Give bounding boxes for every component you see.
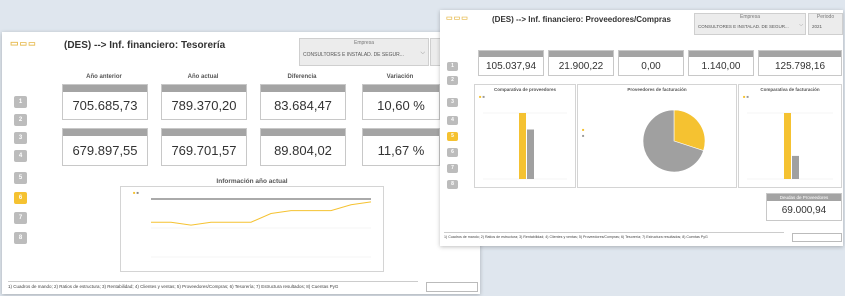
treasury-line-chart: ■ ■ <box>120 186 384 272</box>
suppliers-billing-pie: Proveedores de facturación ■ ■ <box>577 84 737 188</box>
nav-button-4[interactable]: 4 <box>447 116 458 125</box>
company-logo: ▭▭▭ <box>10 38 37 48</box>
kpi-diff-short-treasury: 89.804,02 <box>260 128 346 166</box>
col-title-variation: Variación <box>386 74 414 80</box>
nav-button-6[interactable]: 6 <box>14 192 27 204</box>
col-title-diff: Diferencia <box>287 74 317 80</box>
nav-button-8[interactable]: 8 <box>14 232 27 244</box>
nav-button-6[interactable]: 6 <box>447 148 458 157</box>
nav-button-3[interactable]: 3 <box>14 132 27 144</box>
company-dropdown-value: CONSULTORES E INSTALAD. DE SEGUR... <box>698 24 789 29</box>
col-title-curr-year: Año actual <box>187 74 219 80</box>
company-dropdown[interactable]: Empresa CONSULTORES E INSTALAD. DE SEGUR… <box>299 38 429 66</box>
kpi-diff-treasury: 83.684,47 <box>260 84 346 120</box>
company-dropdown-value: CONSULTORES E INSTALAD. DE SEGUR... <box>303 52 404 58</box>
nav-button-4[interactable]: 4 <box>14 150 27 162</box>
bar-0 <box>784 113 791 179</box>
kpi-curr-year-short-treasury: 769.701,57 <box>161 128 247 166</box>
nav-button-2[interactable]: 2 <box>14 114 27 126</box>
billing-compare-chart: Comparativa de facturación ■ ■ <box>738 84 842 188</box>
period-dropdown[interactable]: Periodo 2021 <box>808 13 843 35</box>
bar-0 <box>519 113 526 179</box>
nav-button-2[interactable]: 2 <box>447 76 458 85</box>
kpi-total: 125.798,16 <box>758 50 842 76</box>
kpi-base-imponible: 105.037,94 <box>478 50 544 76</box>
footer-nav-legend: 1) Cuadros de mando; 2) Ratios de estruc… <box>8 281 418 289</box>
col-title-prev-year: Año anterior <box>86 74 122 80</box>
kpi-irpf: 1.140,00 <box>688 50 754 76</box>
nav-button-7[interactable]: 7 <box>447 164 458 173</box>
bar-1 <box>527 129 534 179</box>
series-line-1 <box>151 201 372 226</box>
nav-button-7[interactable]: 7 <box>14 212 27 224</box>
footer-badge <box>426 282 478 292</box>
chevron-down-icon: ⌵ <box>799 22 803 28</box>
bar-1 <box>792 155 799 179</box>
page-title: (DES) --> Inf. financiero: Tesorería <box>64 40 226 51</box>
kpi-variation-short-treasury: 11,67 % <box>362 128 440 166</box>
kpi-supplier-debt: Deudas de Proveedores 69.000,94 <box>766 193 842 221</box>
kpi-recargo: 0,00 <box>618 50 684 76</box>
nav-button-8[interactable]: 8 <box>447 180 458 189</box>
nav-button-1[interactable]: 1 <box>14 96 27 108</box>
footer-nav-legend: 1) Cuadros de mando; 2) Ratios de estruc… <box>444 232 784 239</box>
kpi-variation-treasury: 10,60 % <box>362 84 440 120</box>
kpi-prev-year-short-treasury: 679.897,55 <box>62 128 148 166</box>
period-dropdown-value: 2021 <box>812 24 823 29</box>
suppliers-compare-chart: Comparativa de proveedores ■ ■ <box>474 84 576 188</box>
nav-button-5[interactable]: 5 <box>447 132 458 141</box>
nav-button-1[interactable]: 1 <box>447 62 458 71</box>
footer-badge <box>792 233 842 242</box>
nav-button-3[interactable]: 3 <box>447 98 458 107</box>
kpi-curr-year-treasury: 789.370,20 <box>161 84 247 120</box>
company-dropdown[interactable]: Empresa CONSULTORES E INSTALAD. DE SEGUR… <box>694 13 806 35</box>
line-chart-title: Información año actual <box>216 178 288 185</box>
chevron-down-icon: ⌵ <box>420 50 425 56</box>
tesoreria-sheet: ▭▭▭ (DES) --> Inf. financiero: Tesorería… <box>2 32 480 294</box>
proveedores-sheet: ▭▭▭ (DES) --> Inf. financiero: Proveedor… <box>440 10 843 246</box>
kpi-prev-year-treasury: 705.685,73 <box>62 84 148 120</box>
kpi-iva: 21.900,22 <box>548 50 614 76</box>
company-logo: ▭▭▭ <box>446 15 469 22</box>
page-title: (DES) --> Inf. financiero: Proveedores/C… <box>492 15 671 24</box>
nav-button-5[interactable]: 5 <box>14 172 27 184</box>
